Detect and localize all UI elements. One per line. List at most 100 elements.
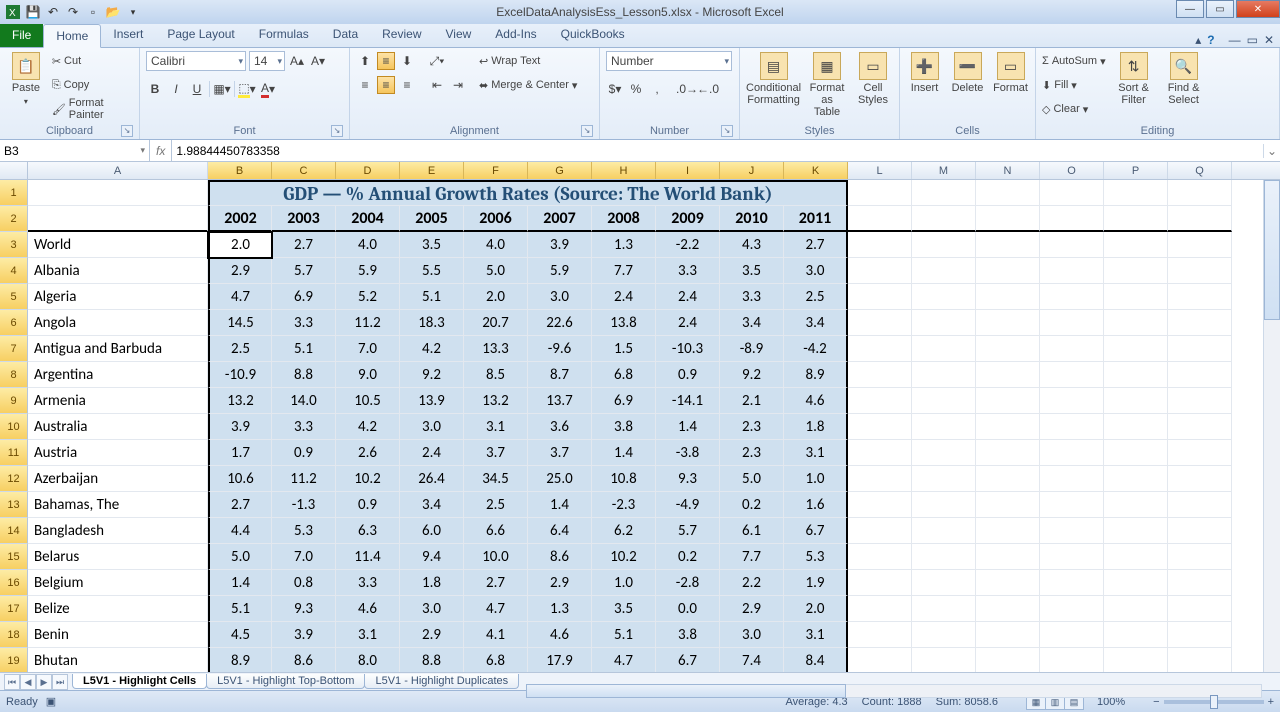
data-cell[interactable]: 5.1 — [272, 336, 336, 362]
increase-indent-icon[interactable]: ⇥ — [449, 76, 467, 94]
font-size-combo[interactable]: 14 — [249, 51, 285, 71]
decrease-indent-icon[interactable]: ⇤ — [428, 76, 446, 94]
data-cell[interactable]: 3.3 — [336, 570, 400, 596]
row-header-5[interactable]: 5 — [0, 284, 28, 310]
data-cell[interactable]: 0.9 — [656, 362, 720, 388]
data-cell[interactable]: 4.6 — [336, 596, 400, 622]
cell-P13[interactable] — [1104, 492, 1168, 518]
row-header-1[interactable]: 1 — [0, 180, 28, 206]
cell-O9[interactable] — [1040, 388, 1104, 414]
cell-O13[interactable] — [1040, 492, 1104, 518]
cell-O4[interactable] — [1040, 258, 1104, 284]
cell-M11[interactable] — [912, 440, 976, 466]
col-header-M[interactable]: M — [912, 162, 976, 179]
file-tab[interactable]: File — [0, 23, 43, 47]
cell-Q12[interactable] — [1168, 466, 1232, 492]
data-cell[interactable]: 13.3 — [464, 336, 528, 362]
data-cell[interactable]: 1.4 — [656, 414, 720, 440]
data-cell[interactable]: 18.3 — [400, 310, 464, 336]
data-cell[interactable]: 8.7 — [528, 362, 592, 388]
data-cell[interactable]: -4.2 — [784, 336, 848, 362]
cell-P12[interactable] — [1104, 466, 1168, 492]
data-cell[interactable]: 6.4 — [528, 518, 592, 544]
data-cell[interactable]: 6.0 — [400, 518, 464, 544]
cell-N14[interactable] — [976, 518, 1040, 544]
cell-M9[interactable] — [912, 388, 976, 414]
cell-L12[interactable] — [848, 466, 912, 492]
cell-N2[interactable] — [976, 206, 1040, 232]
cell-O19[interactable] — [1040, 648, 1104, 672]
sort-filter-button[interactable]: ⇅Sort & Filter — [1112, 50, 1156, 106]
row-header-8[interactable]: 8 — [0, 362, 28, 388]
decrease-font-icon[interactable]: A▾ — [309, 52, 327, 70]
cell-P15[interactable] — [1104, 544, 1168, 570]
data-cell[interactable]: 3.5 — [592, 596, 656, 622]
formula-input[interactable]: 1.98844450783358 — [171, 140, 1263, 161]
col-header-A[interactable]: A — [28, 162, 208, 179]
col-header-G[interactable]: G — [528, 162, 592, 179]
col-header-L[interactable]: L — [848, 162, 912, 179]
col-header-H[interactable]: H — [592, 162, 656, 179]
cell-N17[interactable] — [976, 596, 1040, 622]
cell-P3[interactable] — [1104, 232, 1168, 258]
data-cell[interactable]: 14.0 — [272, 388, 336, 414]
data-cell[interactable]: 0.9 — [336, 492, 400, 518]
col-header-J[interactable]: J — [720, 162, 784, 179]
data-cell[interactable]: 3.9 — [528, 232, 592, 258]
data-cell[interactable]: 9.2 — [720, 362, 784, 388]
data-cell[interactable]: 2.0 — [784, 596, 848, 622]
cell-L14[interactable] — [848, 518, 912, 544]
cell-O12[interactable] — [1040, 466, 1104, 492]
row-header-18[interactable]: 18 — [0, 622, 28, 648]
cell-N10[interactable] — [976, 414, 1040, 440]
country-label[interactable]: Antigua and Barbuda — [28, 336, 208, 362]
data-cell[interactable]: 5.0 — [720, 466, 784, 492]
data-cell[interactable]: 3.0 — [400, 596, 464, 622]
data-cell[interactable]: 1.4 — [208, 570, 272, 596]
data-cell[interactable]: 7.7 — [592, 258, 656, 284]
cell-Q8[interactable] — [1168, 362, 1232, 388]
data-cell[interactable]: 13.2 — [208, 388, 272, 414]
col-header-K[interactable]: K — [784, 162, 848, 179]
cell-N16[interactable] — [976, 570, 1040, 596]
font-color-button[interactable]: A▾ — [259, 80, 277, 98]
cell-N15[interactable] — [976, 544, 1040, 570]
cell-O11[interactable] — [1040, 440, 1104, 466]
data-cell[interactable]: 2.6 — [336, 440, 400, 466]
data-cell[interactable]: -2.3 — [592, 492, 656, 518]
data-cell[interactable]: 11.2 — [272, 466, 336, 492]
cell-O18[interactable] — [1040, 622, 1104, 648]
clipboard-launcher-icon[interactable]: ↘ — [121, 125, 133, 137]
year-header-2005[interactable]: 2005 — [400, 206, 464, 232]
cell-N6[interactable] — [976, 310, 1040, 336]
data-cell[interactable]: -9.6 — [528, 336, 592, 362]
data-cell[interactable]: 3.5 — [400, 232, 464, 258]
data-cell[interactable]: 8.6 — [528, 544, 592, 570]
tab-data[interactable]: Data — [321, 23, 370, 47]
cell-Q18[interactable] — [1168, 622, 1232, 648]
cell-M8[interactable] — [912, 362, 976, 388]
col-header-Q[interactable]: Q — [1168, 162, 1232, 179]
data-cell[interactable]: 6.8 — [464, 648, 528, 672]
data-cell[interactable]: -8.9 — [720, 336, 784, 362]
vertical-scrollbar[interactable] — [1263, 180, 1280, 672]
cell-M6[interactable] — [912, 310, 976, 336]
data-cell[interactable]: 20.7 — [464, 310, 528, 336]
data-cell[interactable]: 1.3 — [528, 596, 592, 622]
cell-M5[interactable] — [912, 284, 976, 310]
data-cell[interactable]: 34.5 — [464, 466, 528, 492]
row-header-13[interactable]: 13 — [0, 492, 28, 518]
cell-M15[interactable] — [912, 544, 976, 570]
data-cell[interactable]: 4.6 — [784, 388, 848, 414]
data-cell[interactable]: -4.9 — [656, 492, 720, 518]
italic-button[interactable]: I — [167, 80, 185, 98]
qat-more-icon[interactable]: ▾ — [124, 3, 142, 21]
tab-review[interactable]: Review — [370, 23, 433, 47]
zoom-in-icon[interactable]: + — [1268, 696, 1274, 708]
doc-restore-icon[interactable]: ▭ — [1247, 33, 1258, 47]
row-header-9[interactable]: 9 — [0, 388, 28, 414]
data-cell[interactable]: 1.0 — [592, 570, 656, 596]
data-cell[interactable]: 8.8 — [400, 648, 464, 672]
data-cell[interactable]: 1.8 — [400, 570, 464, 596]
cell-O17[interactable] — [1040, 596, 1104, 622]
